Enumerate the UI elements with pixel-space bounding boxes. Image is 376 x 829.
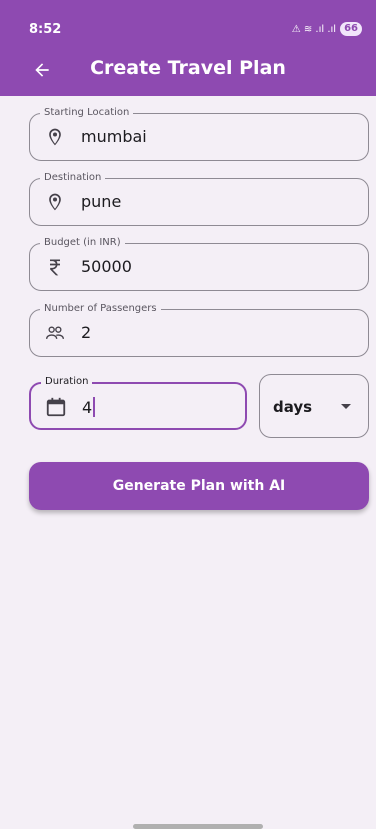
destination-label: Destination — [40, 171, 106, 185]
duration-value: 4 — [82, 398, 93, 417]
destination-field[interactable]: Destination pune — [29, 171, 369, 226]
rupee-icon — [44, 256, 66, 278]
home-indicator[interactable] — [133, 824, 263, 829]
location-pin-icon — [44, 126, 66, 148]
title-bar: Create Travel Plan — [0, 52, 376, 92]
passengers-field[interactable]: Number of Passengers 2 — [29, 302, 369, 357]
generate-plan-button[interactable]: Generate Plan with AI — [29, 462, 369, 510]
location-pin-icon — [44, 191, 66, 213]
battery-indicator: 66 — [340, 22, 362, 36]
passengers-label: Number of Passengers — [40, 302, 161, 316]
status-time: 8:52 — [29, 22, 62, 37]
budget-value: 50000 — [81, 257, 132, 276]
calendar-icon — [45, 396, 67, 418]
budget-field[interactable]: Budget (in INR) 50000 — [29, 236, 369, 291]
people-icon — [44, 322, 66, 344]
dropdown-arrow-icon — [341, 404, 351, 409]
starting-location-label: Starting Location — [40, 106, 134, 120]
app-bar: 8:52 ⚠ ≋ .ıl .ıl 66 Create Travel Plan — [0, 0, 376, 96]
budget-label: Budget (in INR) — [40, 236, 125, 250]
starting-location-value: mumbai — [81, 127, 147, 146]
passengers-value: 2 — [81, 323, 92, 342]
status-bar: 8:52 ⚠ ≋ .ıl .ıl 66 — [0, 0, 376, 44]
duration-unit-dropdown[interactable]: days — [259, 374, 369, 438]
text-cursor — [93, 397, 96, 417]
status-icons: ⚠ ≋ .ıl .ıl 66 — [292, 22, 362, 36]
duration-value-wrap: 4 — [82, 397, 96, 417]
duration-field[interactable]: Duration 4 — [29, 375, 247, 430]
destination-value: pune — [81, 192, 122, 211]
duration-unit-value: days — [273, 398, 313, 416]
page-title: Create Travel Plan — [90, 57, 286, 79]
duration-label: Duration — [41, 375, 93, 389]
starting-location-field[interactable]: Starting Location mumbai — [29, 106, 369, 161]
signal-icons: ⚠ ≋ .ıl .ıl — [291, 23, 337, 35]
